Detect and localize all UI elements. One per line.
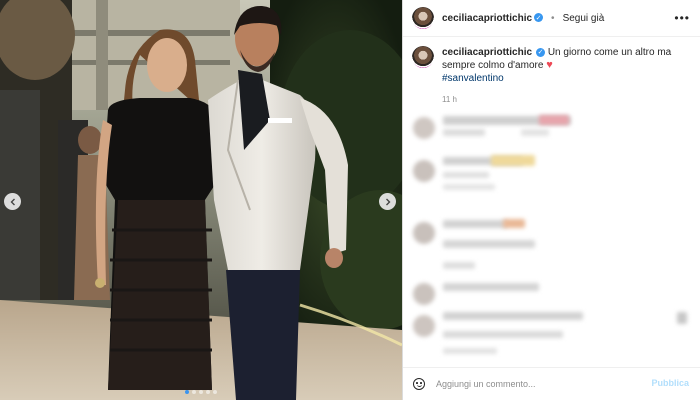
blurred-comment xyxy=(443,331,563,338)
next-photo-button[interactable] xyxy=(379,193,396,210)
previous-photo-button[interactable] xyxy=(4,193,21,210)
carousel-indicator xyxy=(0,390,402,394)
chevron-left-icon xyxy=(10,198,15,205)
carousel-dot xyxy=(213,390,217,394)
blurred-comment xyxy=(443,262,475,269)
blurred-comment xyxy=(491,155,535,166)
blurred-avatar xyxy=(413,222,435,244)
carousel-dot xyxy=(206,390,210,394)
blurred-comment xyxy=(443,184,495,190)
blurred-comment xyxy=(443,348,497,354)
blurred-comment xyxy=(443,240,535,248)
comment-input[interactable] xyxy=(436,379,646,389)
blurred-avatar xyxy=(413,315,435,337)
post-details-panel: ceciliacapriottichic ✓ • Segui già ••• ce… xyxy=(402,0,700,400)
blurred-comment xyxy=(503,219,525,228)
photo-scene xyxy=(0,0,402,400)
verified-badge-icon: ✓ xyxy=(534,13,544,23)
hashtag-link[interactable]: #sanvalentino xyxy=(442,72,684,85)
heart-emoji-icon: ♥ xyxy=(546,59,553,71)
carousel-dot xyxy=(185,390,189,394)
blurred-comment xyxy=(443,312,583,320)
post-timestamp[interactable]: 11 h xyxy=(442,95,457,104)
blurred-comment xyxy=(443,283,539,291)
chevron-right-icon xyxy=(385,198,390,205)
caption-username[interactable]: ceciliacapriottichic xyxy=(442,47,532,58)
blurred-comment xyxy=(521,129,549,136)
header-separator: • xyxy=(551,12,555,24)
caption-text-block: ceciliacapriottichic ✓ Un giorno come un … xyxy=(442,46,684,85)
carousel-dot xyxy=(199,390,203,394)
blurred-comment xyxy=(443,172,489,178)
blurred-like-icon xyxy=(677,312,687,324)
blurred-avatar xyxy=(413,160,435,182)
blurred-avatar xyxy=(413,117,435,139)
blurred-comment xyxy=(443,220,507,228)
more-options-icon[interactable]: ••• xyxy=(674,11,690,25)
avatar[interactable] xyxy=(412,7,434,29)
emoji-picker-icon[interactable] xyxy=(413,378,425,390)
blurred-comment xyxy=(443,129,485,136)
post-photo[interactable] xyxy=(0,0,402,400)
publish-comment-button[interactable]: Pubblica xyxy=(651,378,689,388)
caption-avatar[interactable] xyxy=(412,46,434,68)
blurred-comment xyxy=(539,115,569,125)
carousel-dot xyxy=(192,390,196,394)
follow-status-button[interactable]: Segui già xyxy=(563,13,605,24)
verified-badge-icon: ✓ xyxy=(536,47,546,57)
post-caption: ceciliacapriottichic ✓ Un giorno come un … xyxy=(412,46,690,85)
comment-bar: Pubblica xyxy=(403,367,700,400)
header-username[interactable]: ceciliacapriottichic ✓ xyxy=(442,13,544,24)
blurred-avatar xyxy=(413,283,435,305)
post-header: ceciliacapriottichic ✓ • Segui già ••• xyxy=(403,0,700,37)
